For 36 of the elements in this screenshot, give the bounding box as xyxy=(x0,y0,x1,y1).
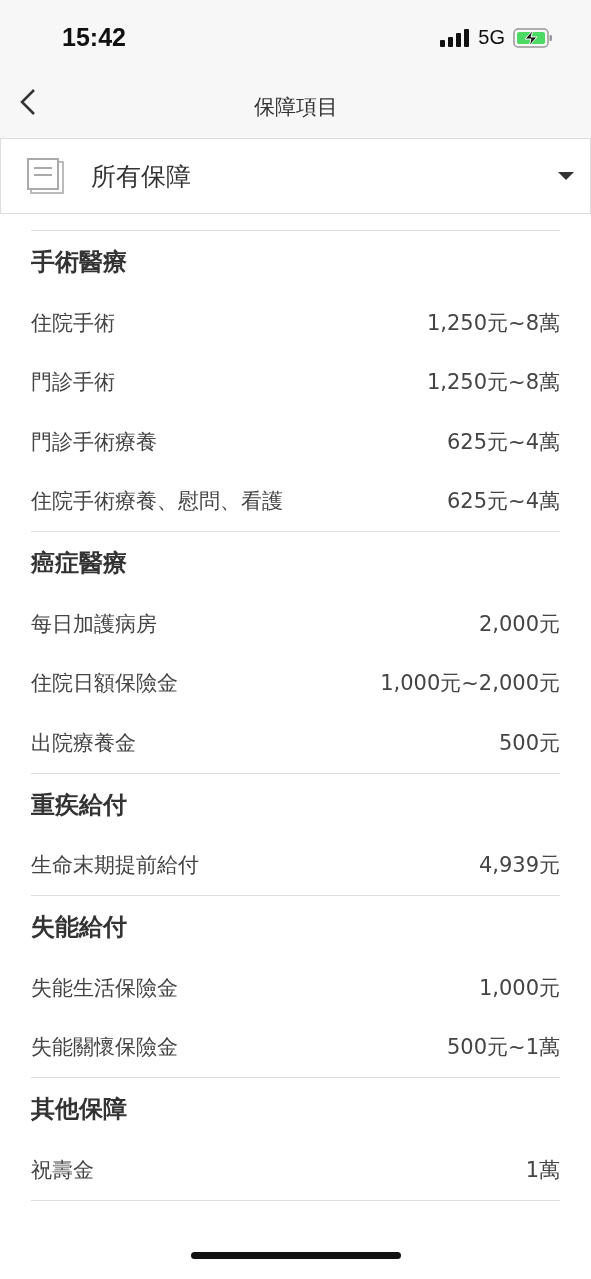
benefit-name: 失能關懷保險金 xyxy=(31,1034,178,1062)
benefit-name: 住院日額保險金 xyxy=(31,670,178,698)
section-heading: 癌症醫療 xyxy=(31,548,128,579)
back-icon[interactable] xyxy=(18,87,38,117)
section-heading: 失能給付 xyxy=(31,912,128,943)
benefit-name: 失能生活保險金 xyxy=(31,974,178,1002)
benefit-amount: 500元~1萬 xyxy=(446,1034,560,1062)
section-heading: 重疾給付 xyxy=(31,789,128,821)
status-time: 15:42 xyxy=(62,23,126,52)
benefit-name: 每日加護病房 xyxy=(31,610,157,638)
benefit-name: 門診手術療養 xyxy=(31,428,157,456)
benefit-amount: 1,000元~2,000元 xyxy=(380,670,560,698)
benefit-amount: 1,250元~8萬 xyxy=(426,369,560,397)
section-heading: 其他保障 xyxy=(31,1094,128,1125)
benefit-amount: 4,939元 xyxy=(478,852,560,880)
benefit-amount: 625元~4萬 xyxy=(446,488,560,516)
benefit-name: 門診手術 xyxy=(31,369,115,397)
benefit-amount: 1,000元 xyxy=(478,974,560,1002)
benefit-amount: 625元~4萬 xyxy=(446,428,560,456)
benefit-name: 出院療養金 xyxy=(31,729,136,757)
section-heading: 手術醫療 xyxy=(31,247,128,278)
benefit-amount: 2,000元 xyxy=(478,610,560,638)
document-icon xyxy=(27,158,65,194)
coverage-dropdown[interactable]: 所有保障 xyxy=(0,138,591,214)
network-label: 5G xyxy=(478,26,505,49)
signal-icon xyxy=(440,28,471,47)
benefit-amount: 1萬 xyxy=(525,1156,560,1184)
benefit-name: 住院手術 xyxy=(31,309,115,337)
page-title: 保障項目 xyxy=(253,93,338,121)
benefit-amount: 500元 xyxy=(498,729,560,757)
caret-icon xyxy=(558,171,574,181)
benefit-name: 生命末期提前給付 xyxy=(31,852,199,880)
benefit-amount: 1,250元~8萬 xyxy=(426,309,560,337)
benefit-name: 祝壽金 xyxy=(31,1156,94,1184)
battery-charging-icon xyxy=(513,27,553,48)
benefit-name: 住院手術療養、慰問、看護 xyxy=(31,488,283,516)
